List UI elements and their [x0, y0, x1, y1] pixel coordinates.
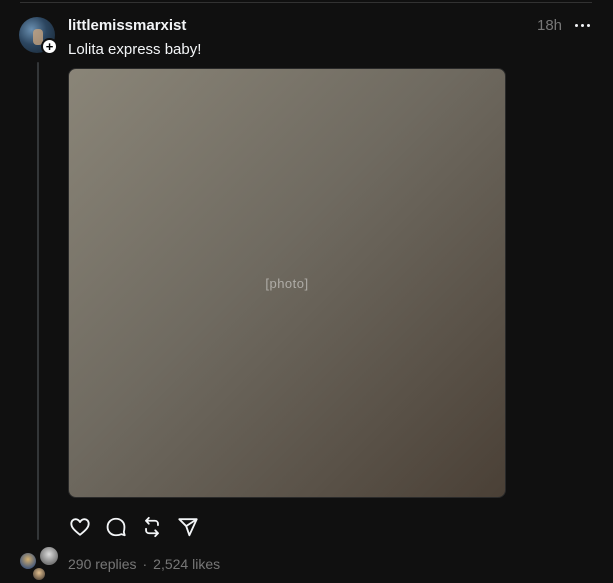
comment-icon	[106, 517, 126, 537]
top-divider	[20, 2, 592, 3]
likes-count[interactable]: 2,524 likes	[153, 556, 220, 572]
post-actions	[68, 515, 212, 539]
replier-avatar	[31, 566, 47, 582]
repost-icon	[145, 516, 159, 538]
reply-button[interactable]	[104, 515, 128, 539]
heart-icon	[70, 518, 90, 536]
replier-avatar	[38, 545, 60, 567]
ellipsis-dot	[580, 23, 584, 27]
post-stats: 290 replies · 2,524 likes	[68, 556, 220, 572]
share-button[interactable]	[176, 515, 200, 539]
thread-line	[37, 62, 39, 540]
follow-button[interactable]: +	[41, 38, 58, 55]
ellipsis-dot	[586, 23, 590, 27]
username-link[interactable]: littlemissmarxist	[68, 17, 186, 34]
image-placeholder: [photo]	[265, 275, 309, 291]
send-icon	[178, 518, 198, 537]
post-image[interactable]: [photo]	[68, 68, 506, 498]
post-timestamp[interactable]: 18h	[537, 17, 562, 34]
replier-avatars[interactable]	[18, 545, 62, 582]
stats-separator: ·	[142, 556, 148, 572]
ellipsis-icon	[574, 23, 578, 27]
more-options-button[interactable]	[571, 16, 593, 34]
repost-button[interactable]	[140, 515, 164, 539]
replies-count[interactable]: 290 replies	[68, 556, 137, 572]
like-button[interactable]	[68, 515, 92, 539]
post-caption: Lolita express baby!	[68, 41, 202, 58]
